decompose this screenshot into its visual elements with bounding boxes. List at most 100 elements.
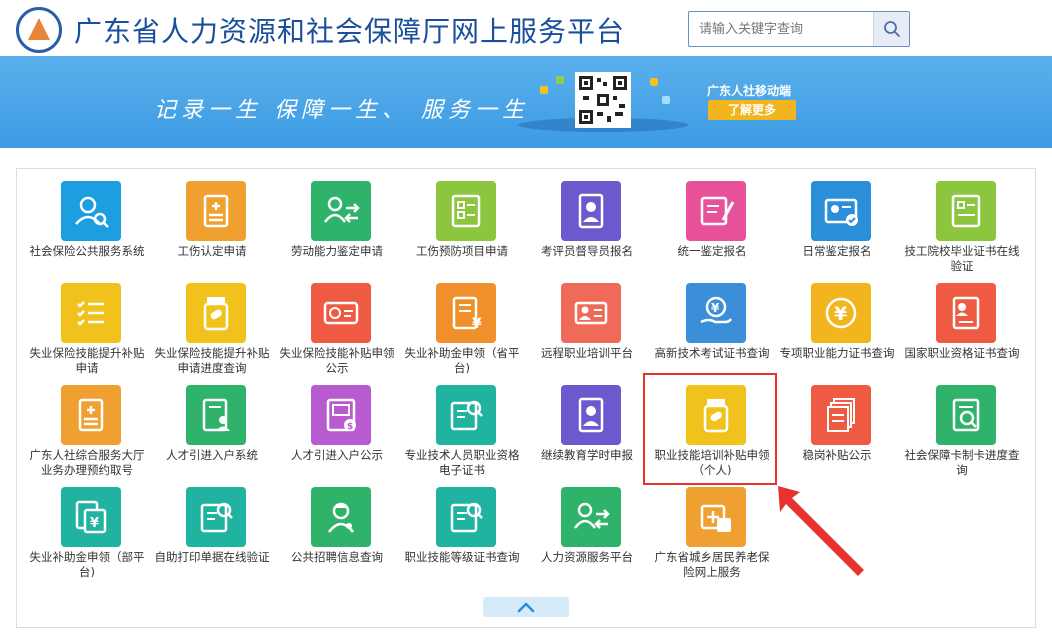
service-tile-label: 人才引进入户系统 xyxy=(166,448,258,462)
certificate-board-icon xyxy=(936,181,996,241)
svg-text:$: $ xyxy=(347,422,353,432)
service-tile-label: 人才引进入户公示 xyxy=(291,448,383,462)
document-plus-icon xyxy=(186,181,246,241)
service-tile[interactable]: 技工院校毕业证书在线验证 xyxy=(898,169,1023,273)
search-icon xyxy=(883,21,900,37)
service-tile[interactable]: 工伤预防项目申请 xyxy=(398,169,523,269)
service-tile[interactable]: 人力资源服务平台 xyxy=(523,475,648,575)
service-tile-label: 失业补助金申领（部平台) xyxy=(29,550,145,579)
service-tile[interactable]: 广东省城乡居民养老保险网上服务 xyxy=(648,475,773,579)
service-tile-label: 职业技能等级证书查询 xyxy=(404,550,520,564)
service-tile-label: 失业保险技能补贴申领公示 xyxy=(279,346,395,375)
service-tile-label: 考评员督导员报名 xyxy=(541,244,633,258)
service-tile[interactable]: 失业保险技能提升补贴申请 xyxy=(23,271,148,375)
worker-icon xyxy=(311,487,371,547)
service-tile-label: 工伤认定申请 xyxy=(177,244,247,258)
service-tile[interactable]: 统一鉴定报名 xyxy=(648,169,773,269)
service-tile[interactable]: 继续教育学时申报 xyxy=(523,373,648,473)
search-button[interactable] xyxy=(873,12,909,46)
service-tile[interactable]: ¥ 专项职业能力证书查询 xyxy=(773,271,898,371)
users-transfer-icon xyxy=(561,487,621,547)
service-tile[interactable]: 广东人社综合服务大厅业务办理预约取号 xyxy=(23,373,148,477)
service-tile-label: 人力资源服务平台 xyxy=(541,550,633,564)
collapse-button[interactable] xyxy=(483,597,569,617)
arrow-annotation-icon xyxy=(778,486,864,576)
chevron-up-icon xyxy=(517,602,535,613)
service-tile-label: 稳岗补贴公示 xyxy=(802,448,872,462)
person-document-icon xyxy=(936,283,996,343)
service-tile-label: 失业保险技能提升补贴申请 xyxy=(29,346,145,375)
svg-text:¥: ¥ xyxy=(711,301,720,315)
decoration-icon xyxy=(650,78,658,86)
service-tile[interactable]: 国家职业资格证书查询 xyxy=(898,271,1023,371)
pill-bottle-icon xyxy=(186,283,246,343)
site-title[interactable]: 广东省人力资源和社会保障厅网上服务平台 xyxy=(74,10,625,50)
service-tile-label: 专业技术人员职业资格电子证书 xyxy=(404,448,520,477)
site-header: 广东省人力资源和社会保障厅网上服务平台 xyxy=(0,0,1052,56)
doc-magnify-icon xyxy=(936,385,996,445)
service-tile[interactable]: 公共招聘信息查询 xyxy=(273,475,398,575)
learn-more-button[interactable]: 了解更多 xyxy=(708,100,796,120)
service-tile[interactable]: 人才引进入户系统 xyxy=(148,373,273,473)
service-tile[interactable]: $ 人才引进入户公示 xyxy=(273,373,398,473)
service-tile[interactable]: 失业保险技能补贴申领公示 xyxy=(273,271,398,375)
id-person-icon xyxy=(561,181,621,241)
search-input[interactable] xyxy=(689,12,873,46)
service-tile[interactable]: 社会保障卡制卡进度查询 xyxy=(898,373,1023,477)
yuan-document-icon: ¥ xyxy=(436,283,496,343)
svg-text:¥: ¥ xyxy=(472,316,482,332)
service-tile[interactable]: 考评员督导员报名 xyxy=(523,169,648,269)
id-card-check-icon xyxy=(811,181,871,241)
doc-search-icon xyxy=(186,487,246,547)
mobile-app-label: 广东人社移动端 xyxy=(707,84,792,98)
service-tile[interactable]: ¥ 失业补助金申领（省平台) xyxy=(398,271,523,375)
service-tile-label: 社会保险公共服务系统 xyxy=(29,244,145,258)
site-logo-icon[interactable] xyxy=(16,7,62,53)
service-tile-label: 劳动能力鉴定申请 xyxy=(291,244,383,258)
money-card-icon xyxy=(311,283,371,343)
service-tile-label: 公共招聘信息查询 xyxy=(291,550,383,564)
id-person-icon xyxy=(561,385,621,445)
service-tile[interactable]: ¥ 高新技术考试证书查询 xyxy=(648,271,773,371)
svg-text:¥: ¥ xyxy=(90,516,99,531)
service-tile-label: 统一鉴定报名 xyxy=(677,244,747,258)
medical-box-icon xyxy=(686,487,746,547)
service-tile-label: 远程职业培训平台 xyxy=(541,346,633,360)
service-tile-label: 失业保险技能提升补贴申请进度查询 xyxy=(154,346,270,375)
person-card-icon xyxy=(561,283,621,343)
user-search-icon xyxy=(61,181,121,241)
service-tile-label: 继续教育学时申报 xyxy=(541,448,633,462)
service-panel: 社会保险公共服务系统 工伤认定申请 劳动能力鉴定申请 工伤预防项目申请 考评员督导员报名… xyxy=(16,168,1036,628)
service-tile[interactable]: ¥ 失业补助金申领（部平台) xyxy=(23,475,148,579)
service-tile-label: 自助打印单据在线验证 xyxy=(154,550,270,564)
service-tile[interactable]: 职业技能等级证书查询 xyxy=(398,475,523,575)
service-tile-label: 技工院校毕业证书在线验证 xyxy=(904,244,1020,273)
doc-search-icon xyxy=(436,385,496,445)
stack-documents-icon xyxy=(811,385,871,445)
qr-code-icon xyxy=(575,72,631,128)
service-tile[interactable]: 社会保险公共服务系统 xyxy=(23,169,148,269)
decoration-icon xyxy=(540,86,548,94)
service-tile[interactable]: 劳动能力鉴定申请 xyxy=(273,169,398,269)
service-tile[interactable]: 远程职业培训平台 xyxy=(523,271,648,371)
edit-form-icon xyxy=(686,181,746,241)
service-tile[interactable]: 日常鉴定报名 xyxy=(773,169,898,269)
service-tile[interactable]: 自助打印单据在线验证 xyxy=(148,475,273,575)
document-plus-icon xyxy=(61,385,121,445)
highlight-box xyxy=(643,373,777,485)
decoration-icon xyxy=(662,96,670,104)
service-tile-label: 广东省城乡居民养老保险网上服务 xyxy=(654,550,770,579)
users-transfer-icon xyxy=(311,181,371,241)
service-tile[interactable]: 稳岗补贴公示 xyxy=(773,373,898,473)
service-tile[interactable]: 专业技术人员职业资格电子证书 xyxy=(398,373,523,477)
service-tile-label: 失业补助金申领（省平台) xyxy=(404,346,520,375)
service-tile-label: 国家职业资格证书查询 xyxy=(904,346,1020,360)
banner-slogan: 记录一生 保障一生、 服务一生 xyxy=(154,98,529,123)
yuan-copy-icon: ¥ xyxy=(61,487,121,547)
service-tile[interactable]: 失业保险技能提升补贴申请进度查询 xyxy=(148,271,273,375)
form-board-icon xyxy=(436,181,496,241)
service-tile[interactable]: 工伤认定申请 xyxy=(148,169,273,269)
person-doc-icon xyxy=(186,385,246,445)
yuan-hand-icon: ¥ xyxy=(686,283,746,343)
money-doc-icon: $ xyxy=(311,385,371,445)
